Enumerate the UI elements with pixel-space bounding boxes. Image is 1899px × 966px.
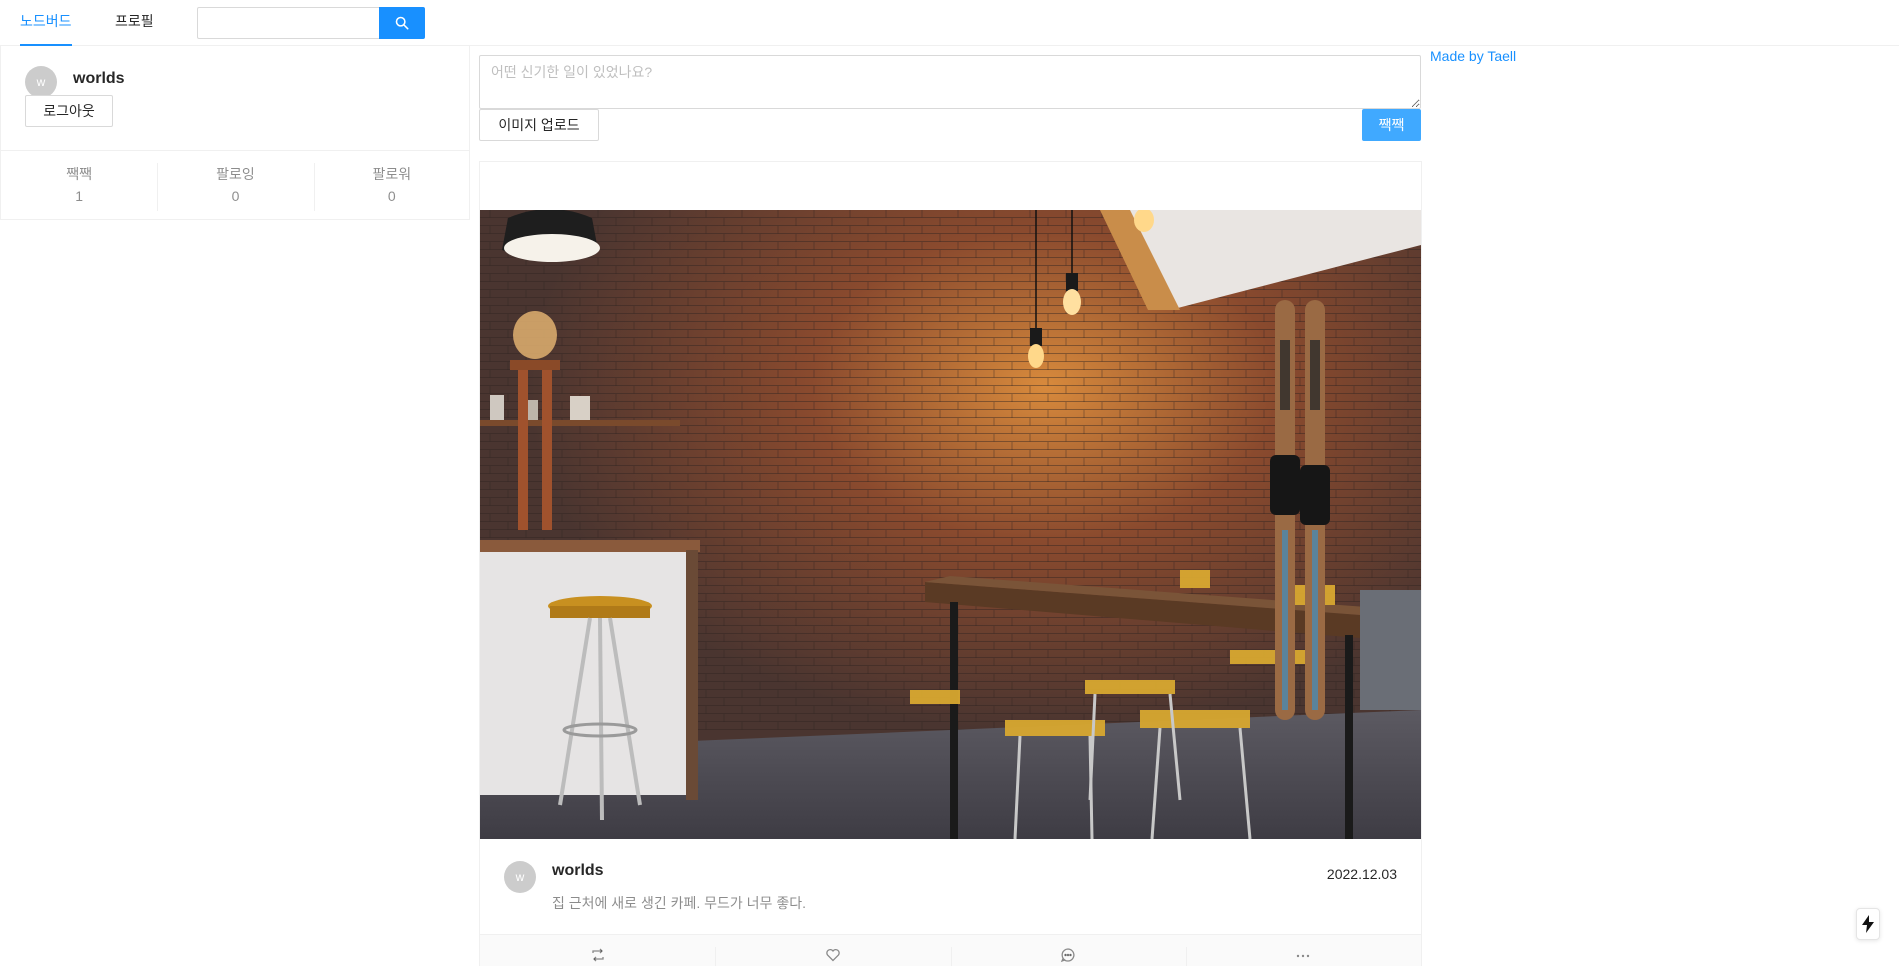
avatar: w [25, 66, 57, 98]
logout-button[interactable]: 로그아웃 [25, 95, 113, 127]
comment-button[interactable] [950, 935, 1186, 966]
stat-followers[interactable]: 팔로워 0 [313, 151, 470, 220]
stat-posts[interactable]: 짹짹 1 [1, 151, 157, 220]
post-content: 집 근처에 새로 생긴 카페. 무드가 너무 좋다. [552, 895, 806, 911]
quick-action-button[interactable] [1856, 908, 1880, 940]
cafe-photo-illustration [480, 210, 1421, 839]
stat-value: 0 [231, 188, 240, 204]
image-upload-button[interactable]: 이미지 업로드 [479, 109, 599, 141]
post-meta: w worlds 2022.12.03 집 근처에 새로 생긴 카페. 무드가 … [480, 839, 1421, 949]
post-image[interactable] [480, 210, 1421, 839]
retweet-icon [591, 948, 604, 962]
stat-label: 팔로잉 [216, 166, 255, 182]
ellipsis-icon [1297, 954, 1310, 958]
menu-item-home[interactable]: 노드버드 [20, 0, 72, 46]
heart-icon [826, 948, 840, 962]
profile-stats: 짹짹 1 팔로잉 0 팔로워 0 [1, 150, 470, 220]
search-icon [395, 16, 409, 30]
stat-followings[interactable]: 팔로잉 0 [157, 151, 313, 220]
menu-item-profile[interactable]: 프로필 [115, 0, 154, 46]
search-button[interactable] [379, 7, 425, 39]
post-card: w worlds 2022.12.03 집 근처에 새로 생긴 카페. 무드가 … [479, 161, 1422, 966]
retweet-button[interactable] [480, 935, 715, 966]
post-author: worlds [552, 862, 604, 879]
avatar: w [504, 861, 536, 893]
post-date: 2022.12.03 [1326, 866, 1397, 882]
stat-label: 짹짹 [66, 166, 93, 182]
post-actions [480, 934, 1421, 966]
search-bar [197, 7, 425, 39]
user-profile-card: w worlds 로그아웃 짹짹 1 팔로잉 0 팔로워 0 [0, 46, 470, 220]
stat-value: 1 [75, 188, 84, 204]
stat-label: 팔로워 [372, 166, 412, 182]
post-textarea[interactable] [479, 55, 1421, 109]
more-button[interactable] [1185, 935, 1421, 966]
search-input[interactable] [197, 7, 379, 39]
bolt-icon [1862, 915, 1874, 933]
post-submit-button[interactable]: 짹짹 [1362, 109, 1421, 141]
made-by-link[interactable]: Made by Taell [1430, 48, 1516, 64]
stat-value: 0 [387, 188, 396, 204]
profile-name: worlds [73, 70, 125, 87]
top-menu-bar: 노드버드 프로필 [0, 0, 1899, 46]
message-icon [1060, 948, 1075, 963]
like-button[interactable] [715, 935, 950, 966]
